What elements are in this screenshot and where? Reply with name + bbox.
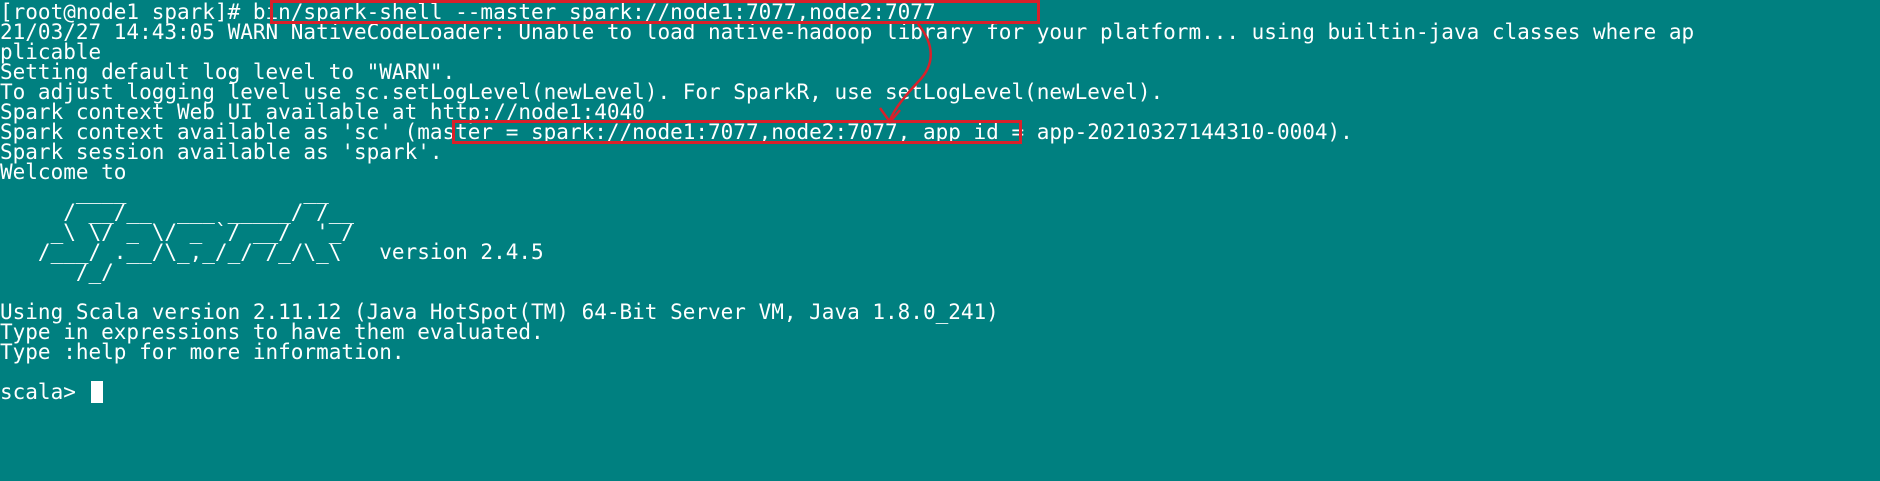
type-help-line: Type :help for more information.	[0, 340, 405, 364]
scala-prompt[interactable]: scala>	[0, 380, 103, 404]
warn-line-1: 21/03/27 14:43:05 WARN NativeCodeLoader:…	[0, 20, 1695, 44]
terminal-window[interactable]: [root@node1 spark]# bin/spark-shell --ma…	[0, 0, 1880, 481]
text-cursor	[90, 381, 103, 403]
prompt-text: scala>	[0, 380, 89, 404]
spark-logo-row-5: /_/	[0, 260, 114, 284]
